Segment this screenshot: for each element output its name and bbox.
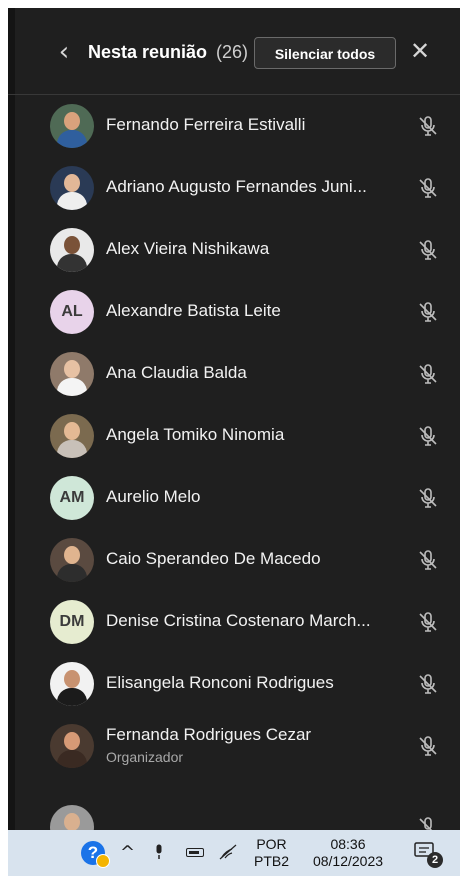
mic-off-icon[interactable] <box>416 176 440 200</box>
participant-name: Adriano Augusto Fernandes Juni... <box>106 177 367 196</box>
avatar <box>50 538 94 582</box>
close-icon: ✕ <box>409 37 431 65</box>
mic-off-icon[interactable] <box>416 610 440 634</box>
language-code: POR <box>256 836 287 852</box>
mute-all-button[interactable]: Silenciar todos <box>254 37 396 69</box>
back-button[interactable]: ‹ <box>54 38 74 66</box>
mic-off-icon[interactable] <box>416 424 440 448</box>
chevron-up-icon[interactable]: ^ <box>120 842 135 863</box>
mic-off-icon[interactable] <box>416 300 440 324</box>
microphone-icon[interactable] <box>154 844 164 860</box>
mic-off-icon[interactable] <box>416 815 440 830</box>
mic-off-icon[interactable] <box>416 114 440 138</box>
wifi-icon[interactable] <box>218 843 238 861</box>
participant-row[interactable]: Caio Sperandeo De Macedo <box>8 529 460 591</box>
participant-name: Angela Tomiko Ninomia <box>106 425 285 444</box>
panel-title: Nesta reunião <box>88 42 208 62</box>
participant-row[interactable]: Alex Vieira Nishikawa <box>8 219 460 281</box>
mic-off-icon[interactable] <box>416 362 440 386</box>
avatar: AL <box>50 290 94 334</box>
help-badge <box>96 854 110 868</box>
mic-off-icon[interactable] <box>416 672 440 696</box>
time: 08:36 <box>330 836 366 852</box>
avatar <box>50 724 94 768</box>
participant-role: Organizador <box>106 749 184 765</box>
participant-row[interactable]: AL Alexandre Batista Leite <box>8 281 460 343</box>
keyboard-layout: PTB2 <box>254 853 290 869</box>
participant-name: Aurelio Melo <box>106 487 201 506</box>
chevron-left-icon: ‹ <box>58 37 70 67</box>
participant-row-partial[interactable] <box>8 777 460 830</box>
avatar <box>50 414 94 458</box>
participant-name: Alex Vieira Nishikawa <box>106 239 270 258</box>
participant-name: Fernanda Rodrigues Cezar <box>106 725 312 744</box>
avatar: DM <box>50 600 94 644</box>
input-language[interactable]: POR PTB2 <box>254 836 289 870</box>
participant-row[interactable]: DM Denise Cristina Costenaro March... <box>8 591 460 653</box>
avatar <box>50 805 94 830</box>
mic-off-icon[interactable] <box>416 548 440 572</box>
participant-row[interactable]: Angela Tomiko Ninomia <box>8 405 460 467</box>
participant-row[interactable]: Fernando Ferreira Estivalli <box>8 95 460 157</box>
battery-icon[interactable] <box>186 848 204 857</box>
clock[interactable]: 08:36 08/12/2023 <box>305 836 391 870</box>
participant-name: Elisangela Ronconi Rodrigues <box>106 673 334 692</box>
participant-row[interactable]: Elisangela Ronconi Rodrigues <box>8 653 460 715</box>
participant-name: Alexandre Batista Leite <box>106 301 281 320</box>
participant-name: Ana Claudia Balda <box>106 363 247 382</box>
avatar <box>50 166 94 210</box>
avatar <box>50 352 94 396</box>
mic-off-icon[interactable] <box>416 734 440 758</box>
avatar <box>50 662 94 706</box>
mic-off-icon[interactable] <box>416 238 440 262</box>
close-button[interactable]: ✕ <box>408 37 432 65</box>
mic-off-icon[interactable] <box>416 486 440 510</box>
participant-name: Caio Sperandeo De Macedo <box>106 549 321 568</box>
participant-row[interactable]: AM Aurelio Melo <box>8 467 460 529</box>
avatar <box>50 104 94 148</box>
avatar <box>50 228 94 272</box>
participant-row[interactable]: Fernanda Rodrigues Cezar Organizador <box>8 715 460 777</box>
avatar: AM <box>50 476 94 520</box>
participant-count: (26) <box>216 42 249 62</box>
participant-row[interactable]: Ana Claudia Balda <box>8 343 460 405</box>
date: 08/12/2023 <box>312 853 384 869</box>
participant-row[interactable]: Adriano Augusto Fernandes Juni... <box>8 157 460 219</box>
notification-count: 2 <box>427 852 443 868</box>
participants-panel: ‹ Nesta reunião (26) Silenciar todos ✕ F… <box>8 8 460 830</box>
participant-name: Denise Cristina Costenaro March... <box>106 611 371 630</box>
panel-header: ‹ Nesta reunião (26) Silenciar todos ✕ <box>8 8 460 95</box>
participant-name: Fernando Ferreira Estivalli <box>106 115 306 134</box>
windows-taskbar: ? ^ POR PTB2 08:36 08/12/2023 2 <box>8 830 460 876</box>
